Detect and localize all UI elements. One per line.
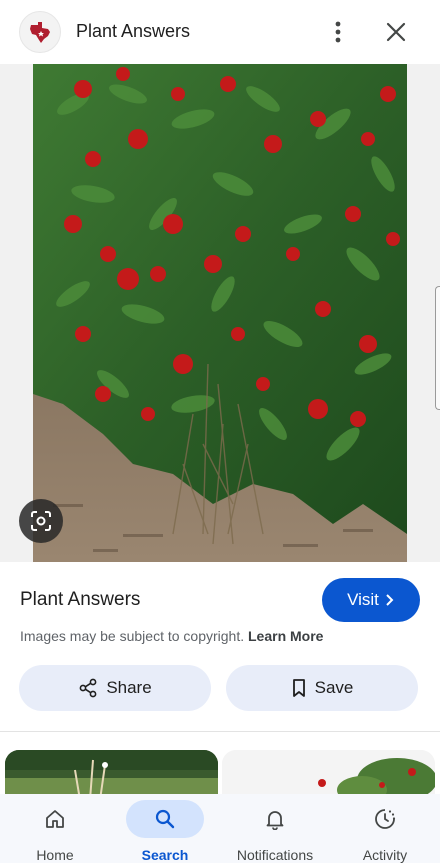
visit-label: Visit [347,590,379,609]
search-icon [126,800,204,838]
bookmark-icon [292,679,305,697]
nav-home[interactable]: Home [16,794,94,863]
nav-home-label: Home [36,847,74,863]
bell-icon [236,800,314,838]
visit-button[interactable]: Visit [322,578,420,622]
related-image-thumbnail[interactable] [5,750,218,800]
copyright-notice: Images may be subject to copyright. Lear… [20,628,323,644]
more-vert-icon[interactable] [324,18,352,46]
nav-search-label: Search [141,847,189,863]
home-icon [16,800,94,838]
share-button[interactable]: Share [19,665,211,711]
save-button[interactable]: Save [226,665,418,711]
copyright-text: Images may be subject to copyright. [20,628,245,644]
side-drag-handle[interactable] [435,286,440,410]
texas-state-icon[interactable] [19,11,61,53]
top-bar: Plant Answers [0,0,440,64]
section-divider [0,731,440,732]
close-icon[interactable] [382,18,410,46]
nav-activity[interactable]: Activity [346,794,424,863]
lens-camera-icon[interactable] [19,499,63,543]
image-viewer [0,64,440,562]
activity-icon [346,800,424,838]
source-title: Plant Answers [20,589,141,610]
nav-search[interactable]: Search [126,794,204,863]
bottom-navigation: Home Search Notifications Activity [0,794,440,863]
share-icon [79,678,97,698]
chevron-right-icon [386,594,394,606]
share-label: Share [106,678,152,697]
learn-more-link[interactable]: Learn More [248,628,323,644]
related-image-thumbnail[interactable] [222,750,435,800]
save-label: Save [314,678,354,697]
nav-activity-label: Activity [362,847,408,863]
plant-photo[interactable] [33,64,407,562]
nav-notifications-label: Notifications [236,847,314,863]
nav-notifications[interactable]: Notifications [224,794,326,863]
site-name[interactable]: Plant Answers [76,21,190,42]
